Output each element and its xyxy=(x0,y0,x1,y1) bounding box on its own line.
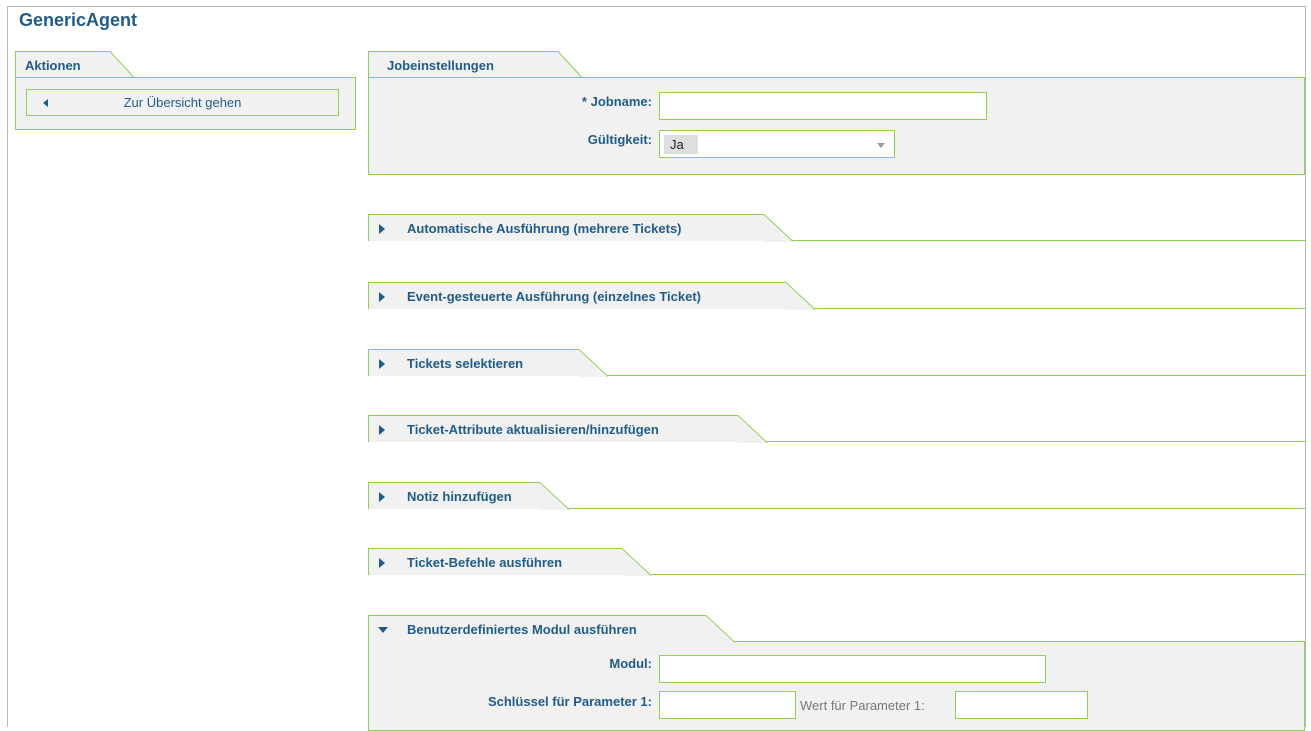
section-label: Tickets selektieren xyxy=(407,356,524,371)
validity-selected-value: Ja xyxy=(664,135,698,154)
section-label: Benutzerdefiniertes Modul ausführen xyxy=(407,622,637,637)
tab-slant xyxy=(786,282,816,310)
actions-tab-label: Aktionen xyxy=(25,58,81,73)
section-header-update-attributes[interactable]: Ticket-Attribute aktualisieren/hinzufüge… xyxy=(368,415,768,443)
section-header-select-tickets[interactable]: Tickets selektieren xyxy=(368,349,609,377)
param1-key-input[interactable] xyxy=(659,691,796,719)
section-label: Automatische Ausführung (mehrere Tickets… xyxy=(407,221,682,236)
tab-slant xyxy=(540,482,570,510)
jobname-label: * Jobname: xyxy=(581,94,652,109)
section-label: Ticket-Attribute aktualisieren/hinzufüge… xyxy=(407,422,659,437)
section-label: Notiz hinzufügen xyxy=(407,489,512,504)
tab-slant xyxy=(706,615,736,643)
tab-slant xyxy=(764,214,794,242)
module-label: Modul: xyxy=(609,656,652,671)
param1-value-label: Wert für Parameter 1: xyxy=(800,698,925,713)
back-to-overview-button[interactable]: Zur Übersicht gehen xyxy=(26,89,339,116)
section-header-ticket-commands[interactable]: Ticket-Befehle ausführen xyxy=(368,548,652,576)
page-title: GenericAgent xyxy=(19,10,138,30)
caret-right-icon xyxy=(379,359,385,369)
tab-slant xyxy=(558,51,584,79)
tab-slant xyxy=(110,51,136,79)
chevron-down-icon xyxy=(877,143,885,148)
param1-key-label: Schlüssel für Parameter 1: xyxy=(487,694,652,709)
section-header-custom-module[interactable]: Benutzerdefiniertes Modul ausführen xyxy=(368,615,736,643)
actions-panel: Zur Übersicht gehen xyxy=(15,77,356,130)
section-label: Event-gesteuerte Ausführung (einzelnes T… xyxy=(407,289,702,304)
module-input[interactable] xyxy=(659,655,1046,683)
actions-tab: Aktionen xyxy=(15,51,136,79)
caret-right-icon xyxy=(379,425,385,435)
arrow-left-icon xyxy=(43,99,48,107)
validity-select[interactable]: Ja xyxy=(659,130,895,158)
back-to-overview-label: Zur Übersicht gehen xyxy=(123,95,242,110)
job-settings-tab-label: Jobeinstellungen xyxy=(387,58,494,73)
job-settings-tab: Jobeinstellungen xyxy=(368,51,584,79)
jobname-input[interactable] xyxy=(659,92,987,120)
section-label: Ticket-Befehle ausführen xyxy=(407,555,563,570)
tab-slant xyxy=(579,349,609,377)
caret-right-icon xyxy=(379,492,385,502)
caret-right-icon xyxy=(379,558,385,568)
caret-right-icon xyxy=(379,224,385,234)
job-settings-panel: * Jobname: Gültigkeit: Ja xyxy=(368,77,1305,175)
tab-slant xyxy=(738,415,768,443)
section-header-add-note[interactable]: Notiz hinzufügen xyxy=(368,482,570,510)
param1-value-input[interactable] xyxy=(955,691,1088,719)
validity-label: Gültigkeit: xyxy=(587,132,652,147)
caret-right-icon xyxy=(379,292,385,302)
section-header-automatic-execution[interactable]: Automatische Ausführung (mehrere Tickets… xyxy=(368,214,794,242)
caret-down-icon xyxy=(378,627,388,633)
custom-module-panel: Modul: Schlüssel für Parameter 1: Wert f… xyxy=(368,641,1305,731)
section-header-event-execution[interactable]: Event-gesteuerte Ausführung (einzelnes T… xyxy=(368,282,816,310)
tab-slant xyxy=(622,548,652,576)
